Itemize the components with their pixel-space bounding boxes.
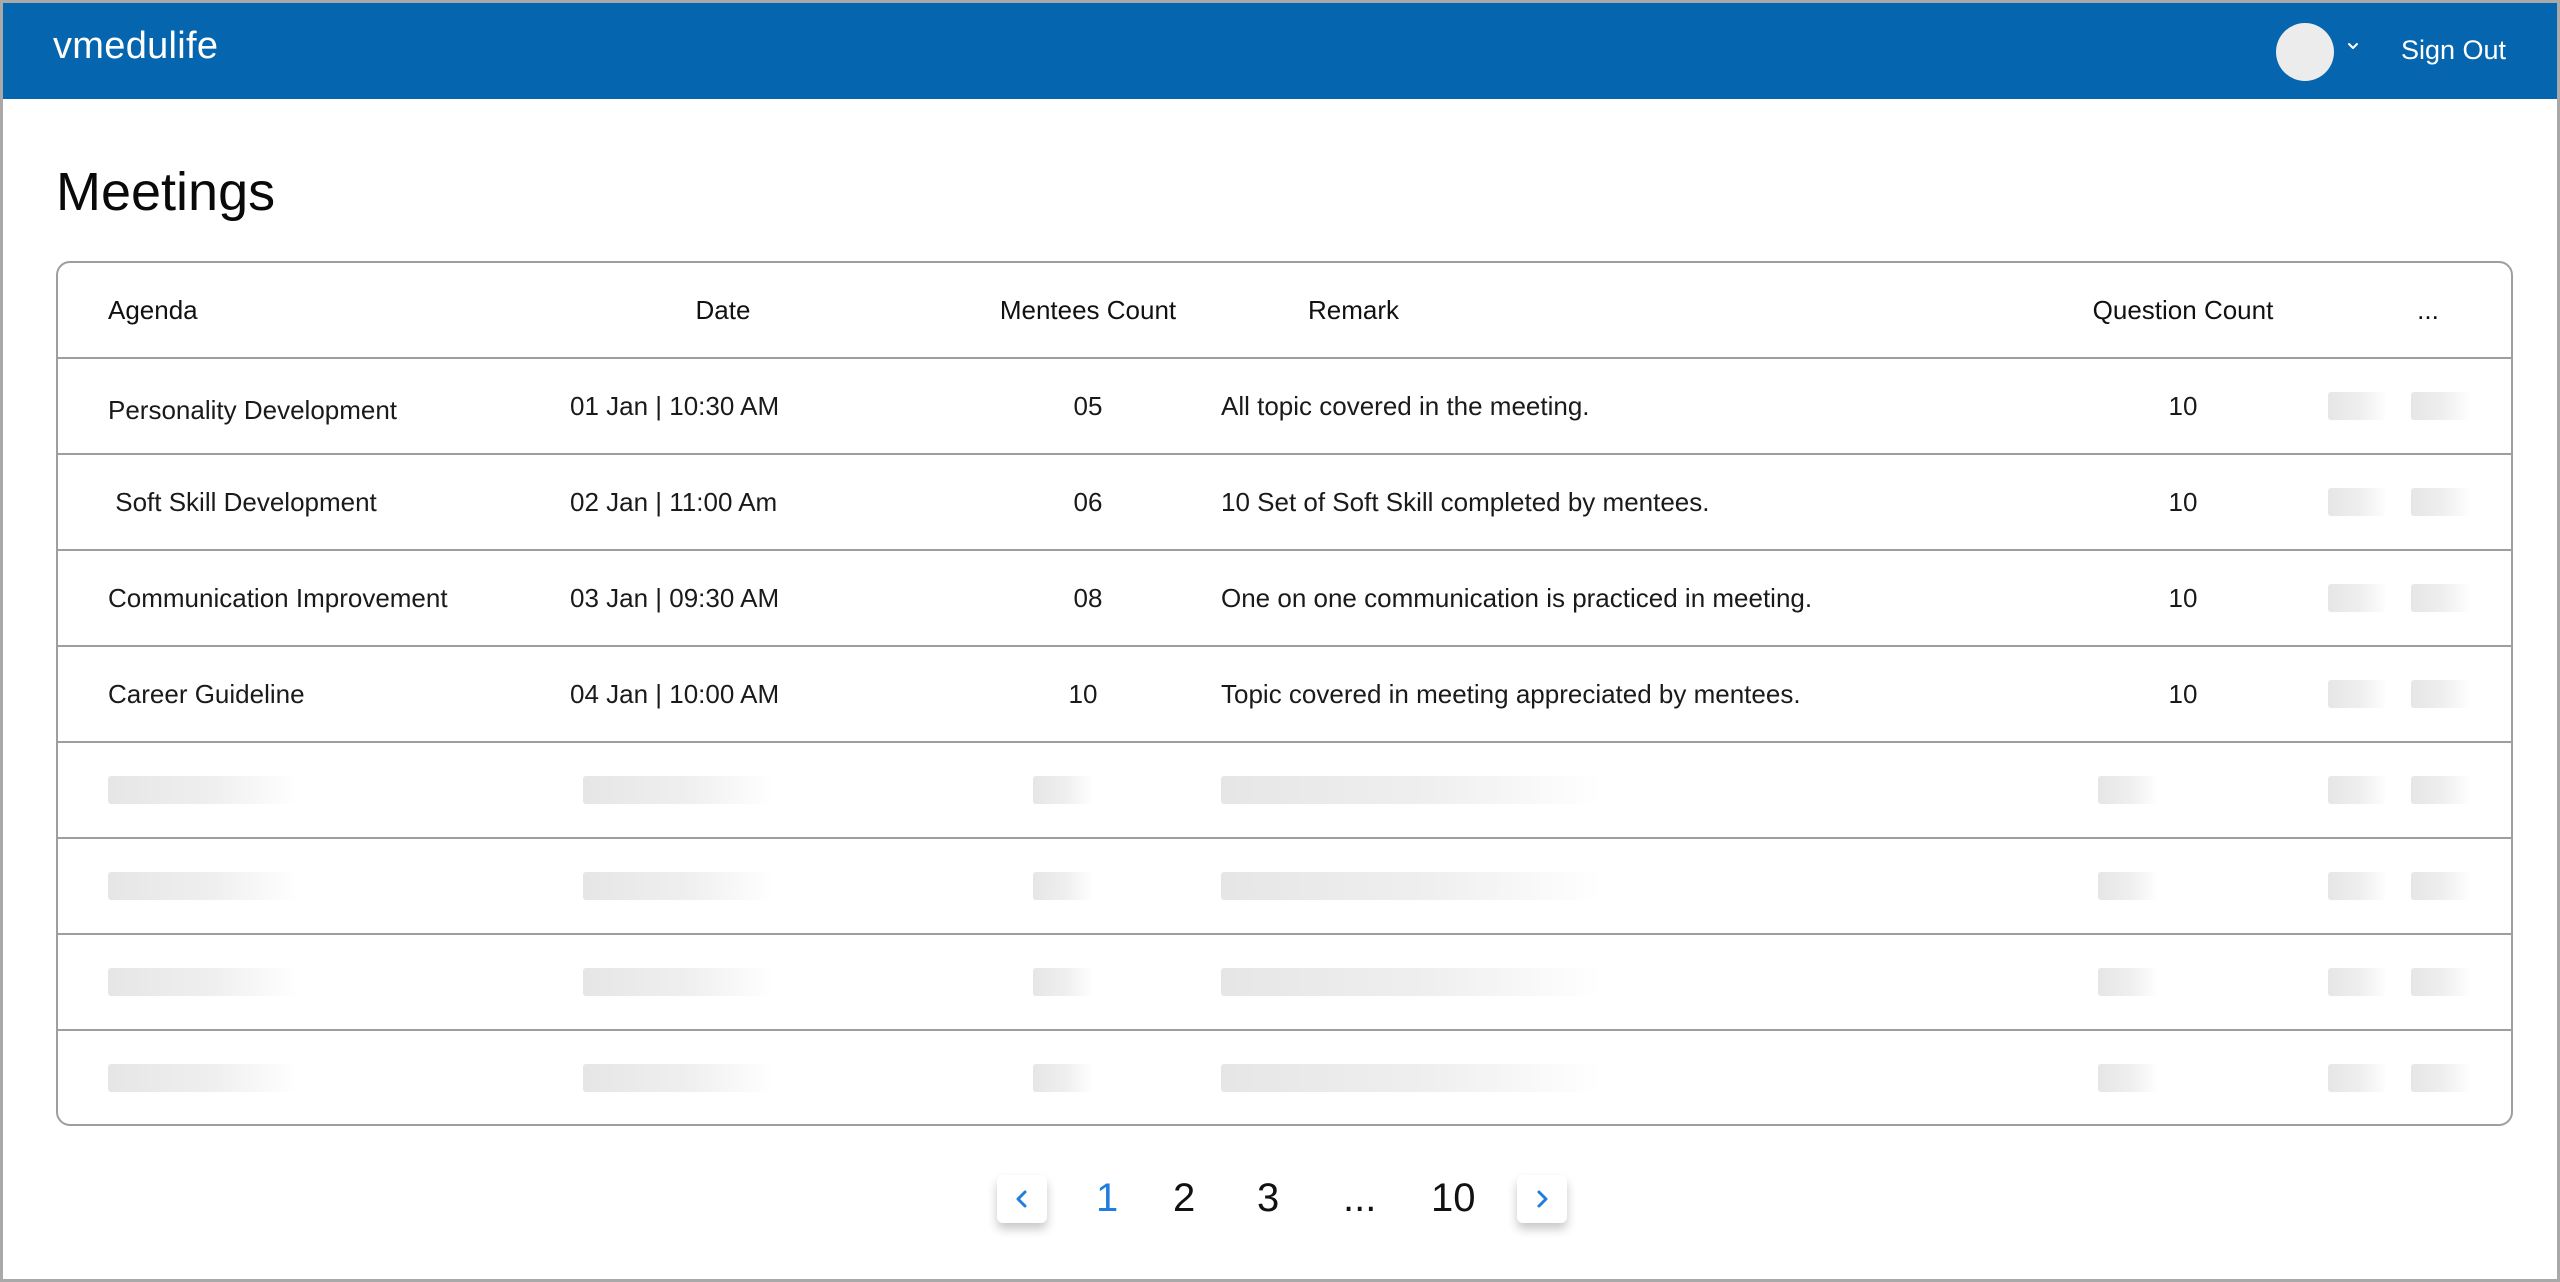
chevron-down-icon[interactable]: [2344, 39, 2362, 57]
user-avatar[interactable]: [2276, 23, 2334, 81]
mentees-count-cell: 08: [1073, 582, 1103, 613]
agenda-cell: Career Guideline: [108, 678, 305, 709]
action-placeholder[interactable]: [2328, 680, 2388, 708]
skeleton-remark: [1221, 776, 1601, 804]
skeleton-mentees: [1033, 776, 1093, 804]
action-placeholder[interactable]: [2328, 488, 2388, 516]
skeleton-agenda: [108, 1064, 298, 1092]
action-placeholder[interactable]: [2328, 392, 2388, 420]
column-header-more[interactable]: ...: [2358, 263, 2498, 357]
question-count-cell: 10: [2168, 582, 2198, 613]
table-row[interactable]: Personality Development 01 Jan | 10:30 A…: [58, 359, 2511, 455]
question-count-cell: 10: [2168, 678, 2198, 709]
skeleton-action: [2328, 1064, 2388, 1092]
date-cell: 02 Jan | 11:00 Am: [570, 486, 778, 517]
mentees-count-cell: 06: [1073, 486, 1103, 517]
page-ellipsis: ...: [1343, 1176, 1377, 1220]
action-placeholder[interactable]: [2411, 392, 2471, 420]
page-10[interactable]: 10: [1431, 1176, 1476, 1221]
page-2[interactable]: 2: [1173, 1176, 1195, 1221]
skeleton-question: [2098, 968, 2158, 996]
top-navbar: vmedulife Sign Out: [3, 3, 2557, 99]
pagination: 1 2 3 ... 10: [3, 1168, 2557, 1248]
skeleton-row: [58, 839, 2511, 935]
skeleton-agenda: [108, 776, 298, 804]
skeleton-date: [583, 1064, 773, 1092]
agenda-text: Soft Skill Development: [108, 486, 377, 517]
skeleton-date: [583, 968, 773, 996]
agenda-cell: Personality Development: [108, 394, 398, 425]
skeleton-agenda: [108, 872, 298, 900]
remark-cell: Topic covered in meeting appreciated by …: [1221, 678, 1801, 709]
skeleton-mentees: [1033, 872, 1093, 900]
skeleton-action: [2411, 872, 2471, 900]
skeleton-action: [2328, 872, 2388, 900]
mentees-count-cell: 05: [1073, 390, 1103, 421]
table-row[interactable]: Career Guideline 04 Jan | 10:00 AM 10 To…: [58, 647, 2511, 743]
prev-page-button[interactable]: [997, 1175, 1047, 1223]
action-placeholder[interactable]: [2411, 584, 2471, 612]
skeleton-remark: [1221, 968, 1601, 996]
brand-logo[interactable]: vmedulife: [53, 25, 218, 68]
next-page-button[interactable]: [1517, 1175, 1567, 1223]
skeleton-remark: [1221, 872, 1601, 900]
date-cell: 01 Jan | 10:30 AM: [570, 390, 780, 421]
page-1[interactable]: 1: [1096, 1176, 1118, 1221]
date-cell: 04 Jan | 10:00 AM: [570, 678, 780, 709]
table-row[interactable]: Communication Improvement 03 Jan | 09:30…: [58, 551, 2511, 647]
column-header-agenda[interactable]: Agenda: [108, 263, 548, 357]
agenda-cell: Soft Skill Development: [108, 455, 548, 549]
action-placeholder[interactable]: [2411, 680, 2471, 708]
remark-cell: All topic covered in the meeting.: [1221, 390, 1590, 421]
skeleton-date: [583, 872, 773, 900]
action-placeholder[interactable]: [2411, 488, 2471, 516]
skeleton-question: [2098, 776, 2158, 804]
skeleton-mentees: [1033, 1064, 1093, 1092]
remark-cell: 10 Set of Soft Skill completed by mentee…: [1221, 486, 1710, 517]
skeleton-action: [2328, 776, 2388, 804]
skeleton-date: [583, 776, 773, 804]
date-cell: 03 Jan | 09:30 AM: [570, 582, 780, 613]
skeleton-action: [2411, 776, 2471, 804]
skeleton-action: [2411, 968, 2471, 996]
page-3[interactable]: 3: [1257, 1176, 1279, 1221]
column-header-remark[interactable]: Remark: [1308, 263, 1608, 357]
table-header: Agenda Date Mentees Count Remark Questio…: [58, 263, 2511, 359]
skeleton-question: [2098, 1064, 2158, 1092]
question-count-cell: 10: [2168, 390, 2198, 421]
skeleton-row: [58, 935, 2511, 1031]
mentees-count-cell: 10: [1068, 678, 1098, 709]
skeleton-remark: [1221, 1064, 1601, 1092]
chevron-right-icon: [1537, 1190, 1548, 1208]
skeleton-mentees: [1033, 968, 1093, 996]
sign-out-link[interactable]: Sign Out: [2401, 35, 2506, 66]
chevron-left-icon: [1016, 1190, 1027, 1208]
skeleton-row: [58, 743, 2511, 839]
column-header-mentees-count[interactable]: Mentees Count: [938, 263, 1238, 357]
meetings-table: Agenda Date Mentees Count Remark Questio…: [56, 261, 2513, 1126]
skeleton-row: [58, 1031, 2511, 1124]
table-row[interactable]: Soft Skill Development 02 Jan | 11:00 Am…: [58, 455, 2511, 551]
skeleton-action: [2328, 968, 2388, 996]
remark-cell: One on one communication is practiced in…: [1221, 582, 1813, 613]
page-title: Meetings: [56, 162, 276, 222]
skeleton-question: [2098, 872, 2158, 900]
column-header-date[interactable]: Date: [573, 263, 873, 357]
action-placeholder[interactable]: [2328, 584, 2388, 612]
agenda-cell: Communication Improvement: [108, 582, 448, 613]
skeleton-agenda: [108, 968, 298, 996]
question-count-cell: 10: [2168, 486, 2198, 517]
app-window: vmedulife Sign Out Meetings Agenda Date …: [0, 0, 2560, 1282]
column-header-question-count[interactable]: Question Count: [1978, 263, 2388, 357]
skeleton-action: [2411, 1064, 2471, 1092]
